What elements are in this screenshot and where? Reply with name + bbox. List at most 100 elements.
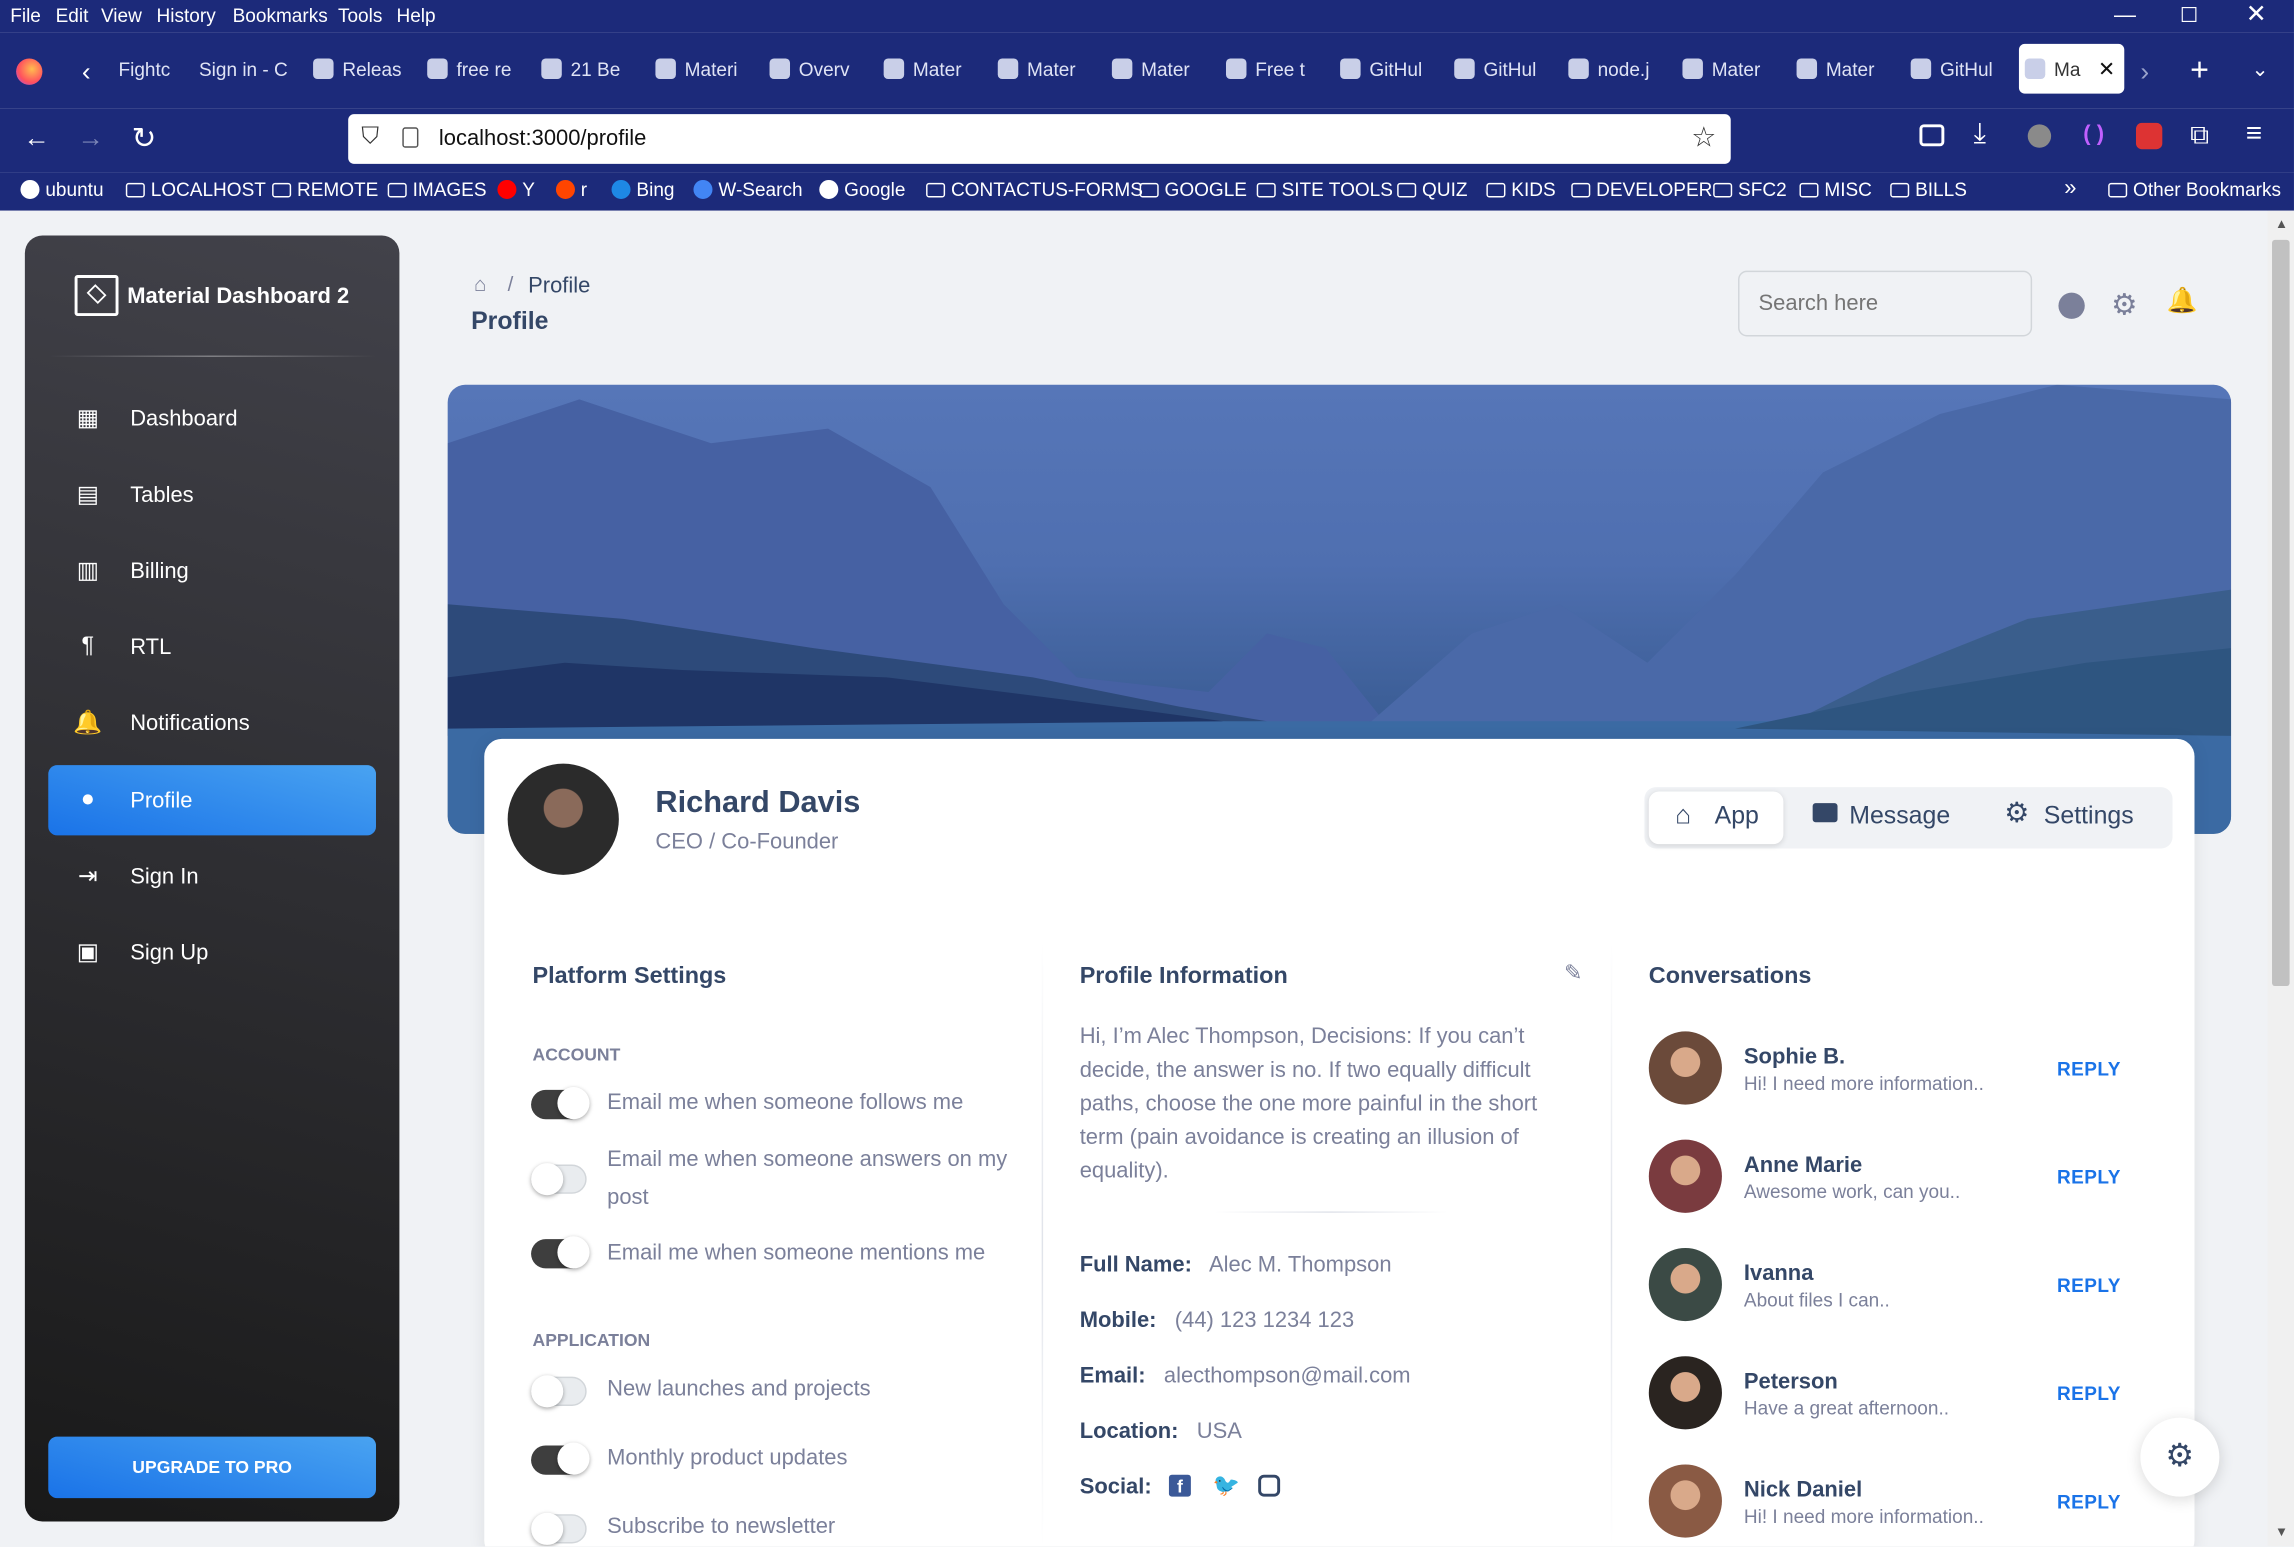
settings-icon[interactable]: ⚙ (2111, 287, 2137, 324)
browser-tab[interactable]: Mater (878, 44, 989, 94)
tab-app[interactable]: ⌂ App (1648, 791, 1784, 845)
notifications-icon[interactable]: 🔔 (2167, 287, 2198, 316)
puzzle-icon[interactable]: ⧉ (2190, 120, 2209, 151)
browser-tab[interactable]: Materi (650, 44, 761, 94)
browser-tab[interactable]: Releas (307, 44, 418, 94)
search-input[interactable] (1738, 270, 2033, 337)
bookmark-item[interactable]: GOOGLE (1139, 178, 1247, 200)
browser-tab[interactable]: GitHul (1905, 44, 2016, 94)
browser-tab[interactable]: Ma ✕ (2018, 43, 2125, 94)
instagram-icon[interactable] (1258, 1474, 1281, 1497)
menu-bookmarks[interactable]: Bookmarks (233, 4, 328, 26)
upgrade-to-pro-button[interactable]: UPGRADE TO PRO (48, 1436, 376, 1499)
edit-icon[interactable]: ✎ (1564, 960, 1582, 986)
extension-red-icon[interactable] (2135, 122, 2163, 150)
forward-icon[interactable]: → (78, 123, 104, 154)
reply-button[interactable]: REPLY (2057, 1491, 2121, 1513)
facebook-icon[interactable]: f (1168, 1474, 1191, 1497)
scrollbar-thumb[interactable] (2272, 239, 2290, 987)
tabs-scroll-left-icon[interactable]: ‹ (82, 57, 91, 88)
sidebar-item-rtl[interactable]: ¶ RTL (48, 612, 376, 682)
url-bar[interactable]: ⛉ localhost:3000/profile ☆ (348, 114, 1731, 164)
bookmark-item[interactable]: MISC (1799, 178, 1872, 200)
sidebar-item-tables[interactable]: ▤ Tables (48, 459, 376, 529)
account-circle-icon[interactable] (2058, 292, 2085, 319)
maximize-icon[interactable]: ☐ (2180, 3, 2198, 28)
bookmark-item[interactable]: W-Search (693, 178, 803, 200)
menu-file[interactable]: File (10, 4, 41, 26)
browser-tab[interactable]: Overv (764, 44, 875, 94)
menu-help[interactable]: Help (396, 4, 435, 26)
bookmark-item[interactable]: SITE TOOLS (1256, 178, 1393, 200)
browser-tab[interactable]: Mater (1677, 44, 1788, 94)
hamburger-menu-icon[interactable]: ≡ (2246, 119, 2262, 151)
bookmark-item[interactable]: SFC2 (1713, 178, 1787, 200)
tabs-scroll-right-icon[interactable]: › (2140, 57, 2149, 88)
minimize-icon[interactable]: — (2114, 3, 2136, 28)
new-tab-icon[interactable]: + (2190, 51, 2209, 89)
browser-tab[interactable]: Free t (1220, 44, 1331, 94)
reply-button[interactable]: REPLY (2057, 1274, 2121, 1296)
tab-settings[interactable]: ⚙ Settings (1996, 791, 2169, 844)
breadcrumb-current[interactable]: Profile (528, 274, 590, 299)
close-tab-icon[interactable]: ✕ (2098, 56, 2115, 81)
menu-history[interactable]: History (157, 4, 216, 26)
bookmark-item[interactable]: QUIZ (1397, 178, 1467, 200)
toggle-switch[interactable] (531, 1087, 590, 1120)
tab-message[interactable]: Message (1802, 791, 1978, 844)
close-window-icon[interactable]: ✕ (2246, 0, 2267, 29)
page-scrollbar[interactable]: ▲ ▼ (2267, 210, 2294, 1547)
reply-button[interactable]: REPLY (2057, 1383, 2121, 1405)
bookmark-item[interactable]: BILLS (1890, 178, 1967, 200)
bookmark-item[interactable]: ubuntu (20, 178, 104, 200)
reply-button[interactable]: REPLY (2057, 1058, 2121, 1080)
bookmark-item[interactable]: Other Bookmarks (2108, 178, 2281, 200)
menu-view[interactable]: View (101, 4, 142, 26)
bookmark-item[interactable]: Google (819, 178, 905, 200)
sidebar-item-sign-in[interactable]: ⇥ Sign In (48, 841, 376, 911)
sidebar-item-dashboard[interactable]: ▦ Dashboard (48, 383, 376, 453)
sidebar-item-profile[interactable]: ● Profile (48, 765, 376, 836)
reply-button[interactable]: REPLY (2057, 1166, 2121, 1188)
browser-tab[interactable]: Mater (1791, 44, 1902, 94)
browser-tab[interactable]: free re (421, 44, 532, 94)
bookmark-item[interactable]: Y (497, 178, 535, 200)
bookmark-item[interactable]: Bing (611, 178, 674, 200)
reload-icon[interactable]: ↻ (132, 120, 157, 157)
bookmark-item[interactable]: DEVELOPER (1571, 178, 1712, 200)
toggle-switch[interactable] (531, 1442, 590, 1475)
bookmark-item[interactable]: KIDS (1486, 178, 1556, 200)
bookmark-item[interactable]: r (555, 178, 587, 200)
browser-tab[interactable]: node.j (1562, 44, 1673, 94)
bookmark-item[interactable]: LOCALHOST (125, 178, 266, 200)
bookmark-item[interactable]: IMAGES (387, 178, 487, 200)
sidebar-item-notifications[interactable]: 🔔 Notifications (48, 688, 376, 758)
menu-edit[interactable]: Edit (56, 4, 89, 26)
browser-tab[interactable]: Sign in - C (193, 44, 304, 94)
bookmark-star-icon[interactable]: ☆ (1691, 121, 1716, 155)
extension-icon[interactable]: ( ) (2083, 121, 2104, 146)
browser-tab[interactable]: Mater (992, 44, 1103, 94)
twitter-icon[interactable]: 🐦 (1213, 1472, 1240, 1498)
browser-tab[interactable]: GitHul (1448, 44, 1559, 94)
more-bookmarks-icon[interactable]: » (2064, 176, 2076, 201)
menu-tools[interactable]: Tools (338, 4, 382, 26)
ublock-icon[interactable] (2027, 124, 2052, 148)
brand-name[interactable]: Material Dashboard 2 (127, 284, 349, 309)
download-icon[interactable]: ⤓ (1974, 119, 1986, 151)
shield-icon[interactable]: ⛉ (361, 124, 379, 150)
browser-tab[interactable]: GitHul (1334, 44, 1445, 94)
url-text[interactable]: localhost:3000/profile (439, 126, 646, 151)
toggle-switch[interactable] (531, 1375, 587, 1408)
bookmark-item[interactable]: CONTACTUS-FORMS (926, 178, 1143, 200)
back-icon[interactable]: ← (23, 123, 49, 154)
toggle-switch[interactable] (531, 1236, 590, 1269)
home-icon[interactable]: ⌂ (474, 272, 486, 295)
bookmark-item[interactable]: REMOTE (272, 178, 378, 200)
toggle-switch[interactable] (531, 1163, 587, 1196)
floating-settings-button[interactable]: ⚙ (2140, 1417, 2220, 1497)
pocket-icon[interactable] (1919, 124, 1945, 147)
toggle-switch[interactable] (531, 1512, 587, 1545)
sidebar-item-sign-up[interactable]: ▣ Sign Up (48, 917, 376, 987)
sidebar-item-billing[interactable]: ▥ Billing (48, 535, 376, 605)
